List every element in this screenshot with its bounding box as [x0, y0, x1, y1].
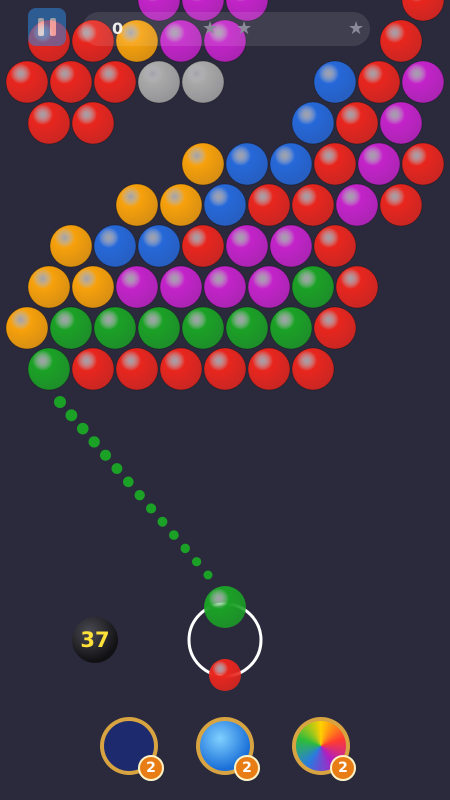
aim-dot	[192, 557, 202, 567]
game-screen[interactable]: 0 ★ ★ ★ 37 2 2 2	[0, 0, 450, 800]
aim-dot	[169, 530, 179, 540]
shots-remaining-value: 37	[80, 628, 110, 652]
shots-remaining-counter: 37	[72, 617, 118, 663]
star-progress-bar	[82, 12, 370, 46]
aim-dot	[180, 543, 190, 554]
aim-dot	[146, 503, 157, 514]
powerup-rainbow-count: 2	[330, 755, 356, 781]
aim-dot	[157, 516, 168, 527]
aim-dot	[123, 476, 134, 488]
aim-dot	[100, 449, 112, 461]
star-icon-3: ★	[348, 18, 365, 39]
powerup-lightning-button[interactable]: 2	[196, 717, 260, 781]
next-bubble[interactable]	[209, 659, 241, 691]
aim-dot	[77, 422, 89, 435]
score-value: 0	[112, 19, 124, 38]
powerup-rainbow-button[interactable]: 2	[292, 717, 356, 781]
pause-button[interactable]	[28, 8, 66, 46]
powerup-bomb-count: 2	[138, 755, 164, 781]
current-bubble[interactable]	[204, 586, 246, 628]
top-hud: 0 ★ ★ ★	[0, 0, 450, 60]
aim-layer	[54, 396, 263, 691]
aim-dot	[88, 436, 100, 448]
powerup-bomb-button[interactable]: 2	[100, 717, 164, 781]
pause-icon	[38, 18, 44, 36]
aim-dot	[134, 489, 145, 501]
aim-dot	[203, 570, 213, 580]
star-icon-1: ★	[202, 18, 219, 39]
aim-dot	[65, 409, 78, 422]
star-icon-2: ★	[236, 18, 253, 39]
aim-dot	[54, 396, 66, 408]
aim-dot	[111, 463, 123, 474]
powerup-lightning-count: 2	[234, 755, 260, 781]
